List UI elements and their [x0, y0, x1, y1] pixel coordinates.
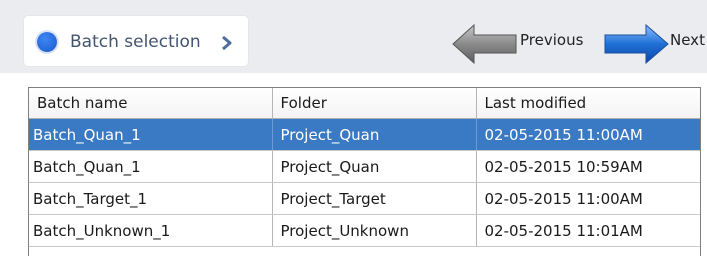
chevron-right-icon: [222, 35, 232, 51]
last-modified-cell: 02-05-2015 11:00AM: [476, 182, 700, 215]
batch-name-cell: Batch_Unknown_1: [29, 214, 273, 247]
folder-cell: Project_Quan: [272, 150, 477, 183]
folder-cell: Project_Target: [272, 182, 477, 215]
folder-cell: Project_Quan: [272, 118, 477, 151]
breadcrumb[interactable]: Batch selection: [24, 16, 248, 66]
last-modified-cell: 02-05-2015 11:01AM: [476, 214, 700, 247]
batch-grid: Batch name Folder Last modified Batch_Qu…: [28, 87, 701, 256]
batch-name-cell: Batch_Target_1: [29, 182, 273, 215]
table-row[interactable]: Batch_Quan_1 Project_Quan 02-05-2015 10:…: [29, 150, 700, 183]
batch-name-cell: Batch_Quan_1: [29, 118, 273, 151]
batch-table: Batch name Folder Last modified Batch_Qu…: [29, 88, 700, 247]
arrow-left-icon: [452, 24, 517, 64]
column-header-batch-name[interactable]: Batch name: [29, 88, 273, 119]
previous-label: Previous: [520, 31, 584, 49]
next-button[interactable]: Next: [604, 24, 707, 64]
previous-button[interactable]: Previous: [452, 24, 602, 64]
breadcrumb-label: Batch selection: [70, 32, 201, 52]
header-row: Batch name Folder Last modified: [29, 88, 700, 119]
arrow-right-icon: [604, 24, 669, 64]
table-row[interactable]: Batch_Quan_1 Project_Quan 02-05-2015 11:…: [29, 118, 700, 151]
batch-name-cell: Batch_Quan_1: [29, 150, 273, 183]
column-header-folder[interactable]: Folder: [272, 88, 477, 119]
column-header-last-modified[interactable]: Last modified: [476, 88, 700, 119]
wizard-toolbar: Batch selection Previous Next: [0, 0, 707, 73]
folder-cell: Project_Unknown: [272, 214, 477, 247]
last-modified-cell: 02-05-2015 10:59AM: [476, 150, 700, 183]
table-row[interactable]: Batch_Target_1 Project_Target 02-05-2015…: [29, 182, 700, 215]
last-modified-cell: 02-05-2015 11:00AM: [476, 118, 700, 151]
table-row[interactable]: Batch_Unknown_1 Project_Unknown 02-05-20…: [29, 214, 700, 247]
next-label: Next: [670, 31, 705, 49]
circle-dot-icon: [37, 32, 57, 52]
